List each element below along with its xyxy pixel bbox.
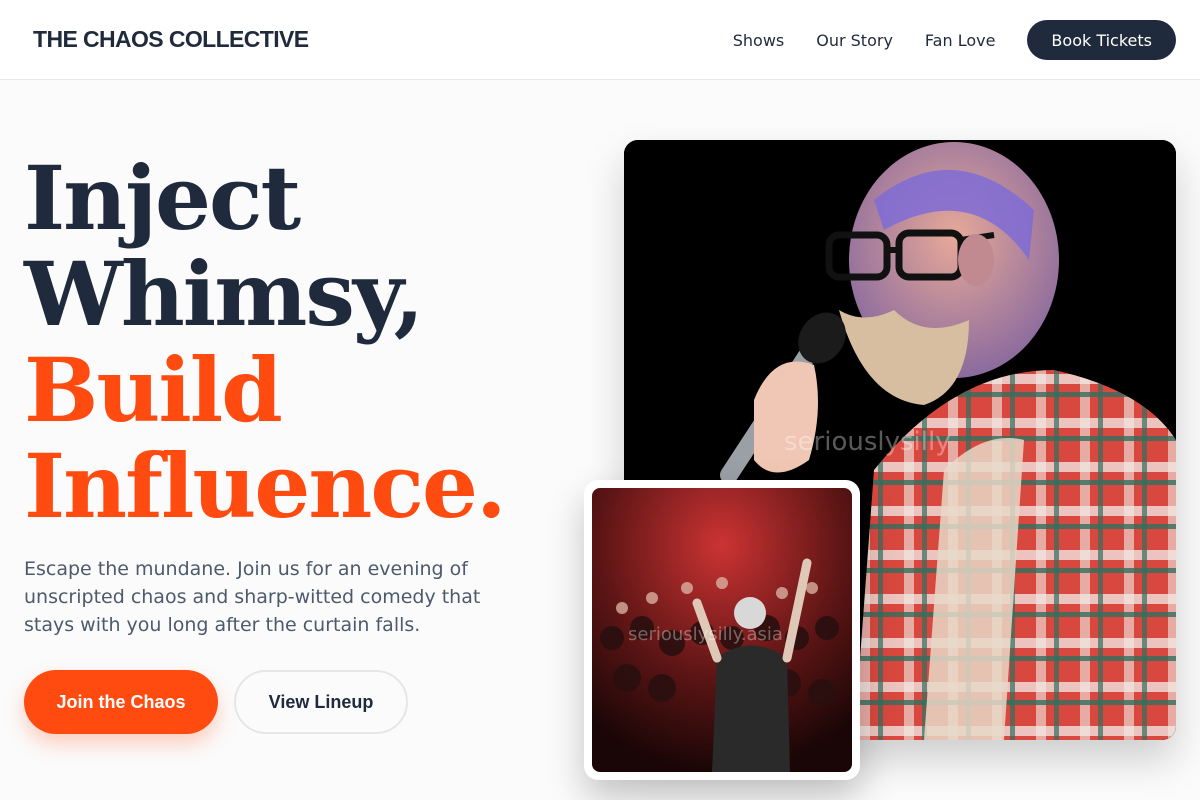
crowd-photo-card: seriouslysilly.asia: [584, 480, 860, 780]
brand-logo[interactable]: THE CHAOS COLLECTIVE: [33, 26, 309, 53]
hero-headline: Inject Whimsy, Build Influence.: [24, 150, 584, 534]
headline-line-3: Build: [24, 338, 283, 442]
crowd-photo: seriouslysilly.asia: [592, 488, 852, 772]
nav-fan-love[interactable]: Fan Love: [925, 31, 996, 50]
join-the-chaos-button[interactable]: Join the Chaos: [24, 670, 218, 734]
headline-line-4: Influence.: [24, 434, 507, 538]
main-watermark: seriouslysilly: [784, 427, 951, 457]
headline-line-2: Whimsy,: [24, 242, 424, 346]
hero-lead: Escape the mundane. Join us for an eveni…: [24, 558, 481, 636]
book-tickets-button[interactable]: Book Tickets: [1027, 20, 1176, 60]
view-lineup-button[interactable]: View Lineup: [234, 670, 408, 734]
site-header: THE CHAOS COLLECTIVE Shows Our Story Fan…: [0, 0, 1200, 80]
crowd-illustration: seriouslysilly.asia: [592, 488, 852, 772]
main-nav: Shows Our Story Fan Love Book Tickets: [733, 20, 1176, 60]
headline-line-1: Inject: [24, 146, 301, 250]
nav-shows[interactable]: Shows: [733, 31, 785, 50]
crowd-watermark: seriouslysilly.asia: [628, 624, 783, 645]
nav-our-story[interactable]: Our Story: [816, 31, 893, 50]
